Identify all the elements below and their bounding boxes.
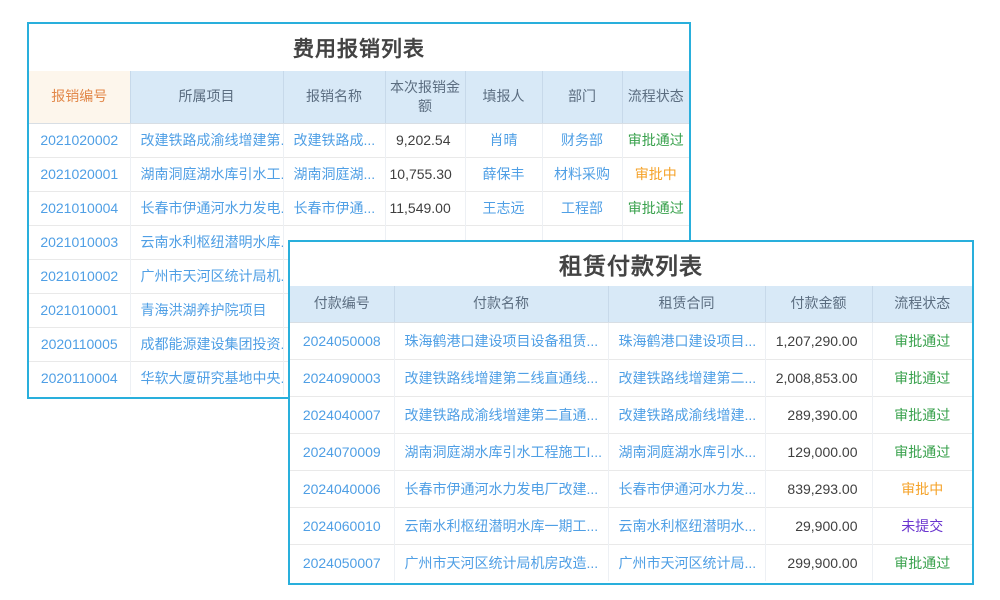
col-header-reimbursement-name[interactable]: 报销名称 [283,71,385,123]
cell-status: 审批通过 [622,123,689,157]
cell-reimbursement-name[interactable]: 长春市伊通... [283,191,385,225]
cell-department: 工程部 [542,191,622,225]
cell-status: 审批通过 [872,396,972,433]
cell-lease-contract[interactable]: 改建铁路成渝线增建... [608,396,765,433]
cell-status: 审批通过 [872,359,972,396]
cell-reimbursement-id[interactable]: 2020110005 [29,327,130,361]
cell-payment-amount: 839,293.00 [765,470,872,507]
cell-status: 审批通过 [872,544,972,581]
cell-reporter: 肖晴 [465,123,542,157]
table-row: 2024050008 珠海鹤港口建设项目设备租赁... 珠海鹤港口建设项目...… [290,322,972,359]
cell-lease-contract[interactable]: 珠海鹤港口建设项目... [608,322,765,359]
cell-project[interactable]: 云南水利枢纽潜明水库... [130,225,283,259]
cell-reporter: 薛保丰 [465,157,542,191]
payment-header-row: 付款编号 付款名称 租赁合同 付款金额 流程状态 [290,286,972,322]
cell-payment-amount: 289,390.00 [765,396,872,433]
cell-project[interactable]: 广州市天河区统计局机... [130,259,283,293]
cell-amount: 11,549.00 [385,191,465,225]
cell-lease-contract[interactable]: 长春市伊通河水力发... [608,470,765,507]
cell-payment-name[interactable]: 湖南洞庭湖水库引水工程施工I... [394,433,608,470]
expense-header-row: 报销编号 所属项目 报销名称 本次报销金额 填报人 部门 流程状态 [29,71,689,123]
cell-payment-id[interactable]: 2024090003 [290,359,394,396]
expense-table-title: 费用报销列表 [29,24,689,71]
cell-reimbursement-name[interactable]: 湖南洞庭湖... [283,157,385,191]
cell-project[interactable]: 成都能源建设集团投资... [130,327,283,361]
cell-reimbursement-id[interactable]: 2021010002 [29,259,130,293]
cell-project[interactable]: 华软大厦研究基地中央... [130,361,283,395]
cell-payment-name[interactable]: 云南水利枢纽潜明水库一期工... [394,507,608,544]
col-header-payment-amount[interactable]: 付款金额 [765,286,872,322]
cell-project[interactable]: 青海洪湖养护院项目 [130,293,283,327]
table-row: 2021020002 改建铁路成渝线增建第... 改建铁路成... 9,202.… [29,123,689,157]
table-row: 2024070009 湖南洞庭湖水库引水工程施工I... 湖南洞庭湖水库引水..… [290,433,972,470]
col-header-status[interactable]: 流程状态 [872,286,972,322]
cell-payment-amount: 2,008,853.00 [765,359,872,396]
cell-project[interactable]: 湖南洞庭湖水库引水工... [130,157,283,191]
payment-table-title: 租赁付款列表 [290,242,972,286]
cell-payment-amount: 1,207,290.00 [765,322,872,359]
cell-payment-name[interactable]: 珠海鹤港口建设项目设备租赁... [394,322,608,359]
table-row: 2024040006 长春市伊通河水力发电厂改建... 长春市伊通河水力发...… [290,470,972,507]
cell-status: 审批通过 [622,191,689,225]
col-header-lease-contract[interactable]: 租赁合同 [608,286,765,322]
cell-payment-amount: 129,000.00 [765,433,872,470]
cell-reimbursement-id[interactable]: 2021020001 [29,157,130,191]
col-header-project[interactable]: 所属项目 [130,71,283,123]
cell-lease-contract[interactable]: 云南水利枢纽潜明水... [608,507,765,544]
cell-status: 审批通过 [872,322,972,359]
cell-department: 财务部 [542,123,622,157]
cell-status: 未提交 [872,507,972,544]
payment-table: 付款编号 付款名称 租赁合同 付款金额 流程状态 2024050008 珠海鹤港… [290,286,972,581]
cell-lease-contract[interactable]: 广州市天河区统计局... [608,544,765,581]
col-header-payment-name[interactable]: 付款名称 [394,286,608,322]
col-header-department[interactable]: 部门 [542,71,622,123]
col-header-reporter[interactable]: 填报人 [465,71,542,123]
col-header-reimbursement-id[interactable]: 报销编号 [29,71,130,123]
col-header-status[interactable]: 流程状态 [622,71,689,123]
lease-payment-table-card: 租赁付款列表 付款编号 付款名称 租赁合同 付款金额 流程状态 20240500… [288,240,974,585]
cell-reimbursement-name[interactable]: 改建铁路成... [283,123,385,157]
cell-payment-id[interactable]: 2024070009 [290,433,394,470]
col-header-payment-id[interactable]: 付款编号 [290,286,394,322]
cell-payment-id[interactable]: 2024060010 [290,507,394,544]
cell-lease-contract[interactable]: 湖南洞庭湖水库引水... [608,433,765,470]
cell-reporter: 王志远 [465,191,542,225]
table-row: 2021010004 长春市伊通河水力发电... 长春市伊通... 11,549… [29,191,689,225]
cell-amount: 10,755.30 [385,157,465,191]
cell-status: 审批中 [872,470,972,507]
cell-reimbursement-id[interactable]: 2020110004 [29,361,130,395]
cell-payment-amount: 29,900.00 [765,507,872,544]
cell-project[interactable]: 改建铁路成渝线增建第... [130,123,283,157]
cell-amount: 9,202.54 [385,123,465,157]
cell-payment-id[interactable]: 2024050007 [290,544,394,581]
cell-lease-contract[interactable]: 改建铁路线增建第二... [608,359,765,396]
cell-department: 材料采购 [542,157,622,191]
cell-payment-name[interactable]: 改建铁路成渝线增建第二直通... [394,396,608,433]
table-row: 2021020001 湖南洞庭湖水库引水工... 湖南洞庭湖... 10,755… [29,157,689,191]
cell-payment-id[interactable]: 2024050008 [290,322,394,359]
cell-payment-id[interactable]: 2024040006 [290,470,394,507]
col-header-amount[interactable]: 本次报销金额 [385,71,465,123]
cell-reimbursement-id[interactable]: 2021010003 [29,225,130,259]
cell-payment-id[interactable]: 2024040007 [290,396,394,433]
table-row: 2024090003 改建铁路线增建第二线直通线... 改建铁路线增建第二...… [290,359,972,396]
cell-reimbursement-id[interactable]: 2021010001 [29,293,130,327]
cell-status: 审批中 [622,157,689,191]
cell-reimbursement-id[interactable]: 2021010004 [29,191,130,225]
cell-payment-name[interactable]: 改建铁路线增建第二线直通线... [394,359,608,396]
cell-payment-name[interactable]: 广州市天河区统计局机房改造... [394,544,608,581]
cell-project[interactable]: 长春市伊通河水力发电... [130,191,283,225]
cell-status: 审批通过 [872,433,972,470]
table-row: 2024060010 云南水利枢纽潜明水库一期工... 云南水利枢纽潜明水...… [290,507,972,544]
cell-payment-amount: 299,900.00 [765,544,872,581]
cell-reimbursement-id[interactable]: 2021020002 [29,123,130,157]
table-row: 2024040007 改建铁路成渝线增建第二直通... 改建铁路成渝线增建...… [290,396,972,433]
table-row: 2024050007 广州市天河区统计局机房改造... 广州市天河区统计局...… [290,544,972,581]
cell-payment-name[interactable]: 长春市伊通河水力发电厂改建... [394,470,608,507]
